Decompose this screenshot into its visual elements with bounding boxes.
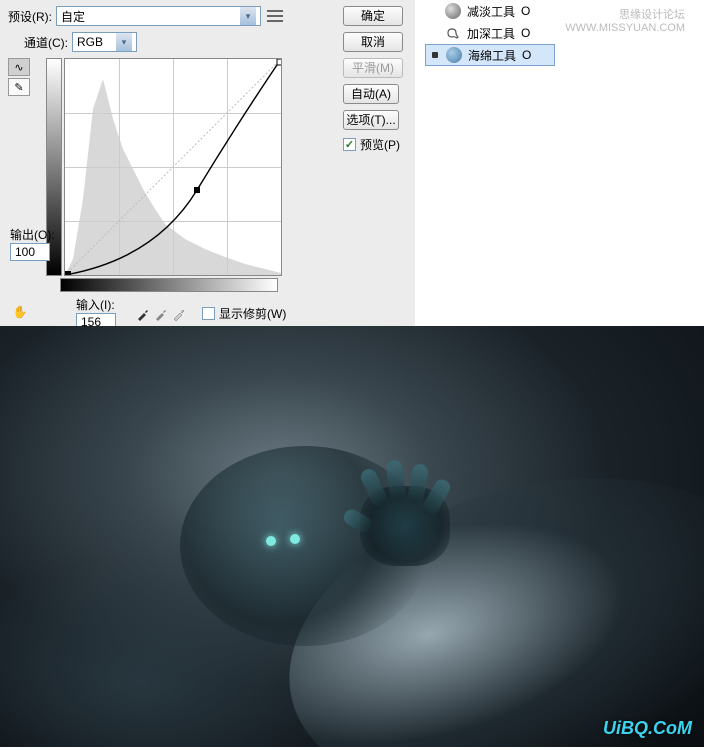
white-point-eyedropper-icon[interactable] — [170, 305, 188, 323]
pencil-tool-icon[interactable]: ✎ — [8, 78, 30, 96]
dodge-icon — [445, 3, 461, 19]
watermark-bottom: UiBQ.CoM — [603, 718, 692, 739]
hand-tool-icon[interactable]: ✋ — [10, 302, 30, 322]
curve-path — [65, 59, 281, 275]
preview-checkbox-row[interactable]: ✓ 预览(P) — [343, 136, 413, 153]
chevron-down-icon: ▾ — [240, 7, 256, 25]
tool-label: 海绵工具 — [468, 47, 516, 64]
output-input[interactable] — [10, 243, 50, 261]
auto-button[interactable]: 自动(A) — [343, 84, 399, 104]
gray-point-eyedropper-icon[interactable] — [152, 305, 170, 323]
curves-dialog: 预设(R): 自定 ▾ 确定 取消 平滑(M) 自动(A) 选项(T)... ✓… — [0, 0, 415, 326]
show-clipping-label: 显示修剪(W) — [219, 305, 286, 322]
tool-item-burn[interactable]: 加深工具 O — [425, 22, 555, 44]
burn-icon — [445, 25, 461, 41]
input-gradient — [60, 278, 278, 292]
channel-label: 通道(C): — [24, 34, 68, 51]
black-point-eyedropper-icon[interactable] — [134, 305, 152, 323]
watermark-area: 思缘设计论坛 WWW.MISSYUAN.COM — [555, 0, 705, 326]
preset-label: 预设(R): — [8, 8, 52, 25]
hand-shape — [360, 486, 450, 566]
tool-key: O — [522, 48, 531, 62]
tools-flyout: 减淡工具 O 加深工具 O 海绵工具 O — [425, 0, 555, 326]
cancel-button[interactable]: 取消 — [343, 32, 403, 52]
options-button[interactable]: 选项(T)... — [343, 110, 399, 130]
curve-tool-icon[interactable]: ∿ — [8, 58, 30, 76]
preview-checkbox[interactable]: ✓ — [343, 138, 356, 151]
chevron-down-icon: ▾ — [116, 33, 132, 51]
watermark-top: 思缘设计论坛 WWW.MISSYUAN.COM — [555, 6, 705, 34]
artwork-image: UiBQ.CoM — [0, 326, 704, 747]
preset-select[interactable]: 自定 ▾ — [56, 6, 261, 26]
input-label: 输入(I): — [76, 296, 115, 313]
tool-item-sponge[interactable]: 海绵工具 O — [425, 44, 555, 66]
tool-key: O — [521, 26, 530, 40]
channel-select[interactable]: RGB ▾ — [72, 32, 137, 52]
sponge-icon — [446, 47, 462, 63]
ok-button[interactable]: 确定 — [343, 6, 403, 26]
channel-value: RGB — [77, 35, 103, 49]
tool-label: 加深工具 — [467, 25, 515, 42]
preset-value: 自定 — [61, 8, 85, 25]
curves-graph[interactable] — [64, 58, 282, 276]
tool-label: 减淡工具 — [467, 3, 515, 20]
bullet-icon — [432, 52, 438, 58]
show-clipping-row[interactable]: 显示修剪(W) — [202, 305, 286, 322]
preset-menu-icon[interactable] — [267, 10, 283, 22]
tool-item-dodge[interactable]: 减淡工具 O — [425, 0, 555, 22]
smooth-button: 平滑(M) — [343, 58, 403, 78]
tool-key: O — [521, 4, 530, 18]
show-clipping-checkbox[interactable] — [202, 307, 215, 320]
output-label: 输出(O): — [10, 226, 55, 243]
preview-label: 预览(P) — [360, 136, 400, 153]
